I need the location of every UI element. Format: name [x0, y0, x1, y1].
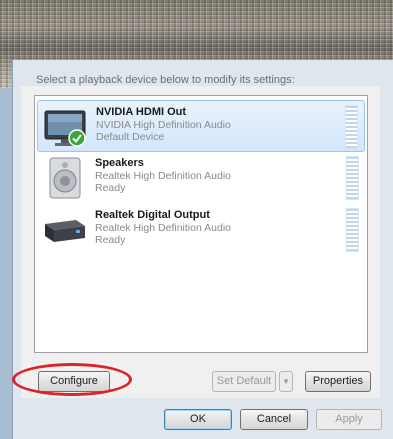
volume-meter	[346, 208, 359, 252]
properties-button[interactable]: Properties	[305, 371, 371, 392]
device-name: NVIDIA HDMI Out	[96, 106, 187, 118]
device-driver: NVIDIA High Definition Audio	[96, 119, 231, 131]
ok-button[interactable]: OK	[164, 409, 232, 430]
apply-button[interactable]: Apply	[316, 409, 382, 430]
cancel-button[interactable]: Cancel	[240, 409, 308, 430]
playback-device-list[interactable]: NVIDIA HDMI Out NVIDIA High Definition A…	[34, 95, 368, 353]
device-status: Ready	[95, 182, 126, 194]
device-status: Default Device	[96, 131, 165, 143]
device-name: Realtek Digital Output	[95, 209, 210, 221]
checkmark-icon	[68, 129, 86, 147]
set-default-button[interactable]: Set Default	[212, 371, 276, 392]
device-driver: Realtek High Definition Audio	[95, 170, 231, 182]
speaker-icon	[42, 156, 88, 200]
volume-meter	[345, 105, 358, 149]
digital-output-icon	[42, 208, 88, 252]
device-name: Speakers	[95, 157, 144, 169]
device-status: Ready	[95, 234, 126, 246]
device-item-digital-output[interactable]: Realtek Digital Output Realtek High Defi…	[37, 204, 365, 256]
volume-meter	[346, 156, 359, 200]
device-item-nvidia-hdmi[interactable]: NVIDIA HDMI Out NVIDIA High Definition A…	[37, 100, 365, 152]
configure-button[interactable]: Configure	[38, 371, 110, 392]
set-default-dropdown-arrow[interactable]: ▼	[279, 371, 293, 392]
device-item-speakers[interactable]: Speakers Realtek High Definition Audio R…	[37, 152, 365, 204]
device-driver: Realtek High Definition Audio	[95, 222, 231, 234]
